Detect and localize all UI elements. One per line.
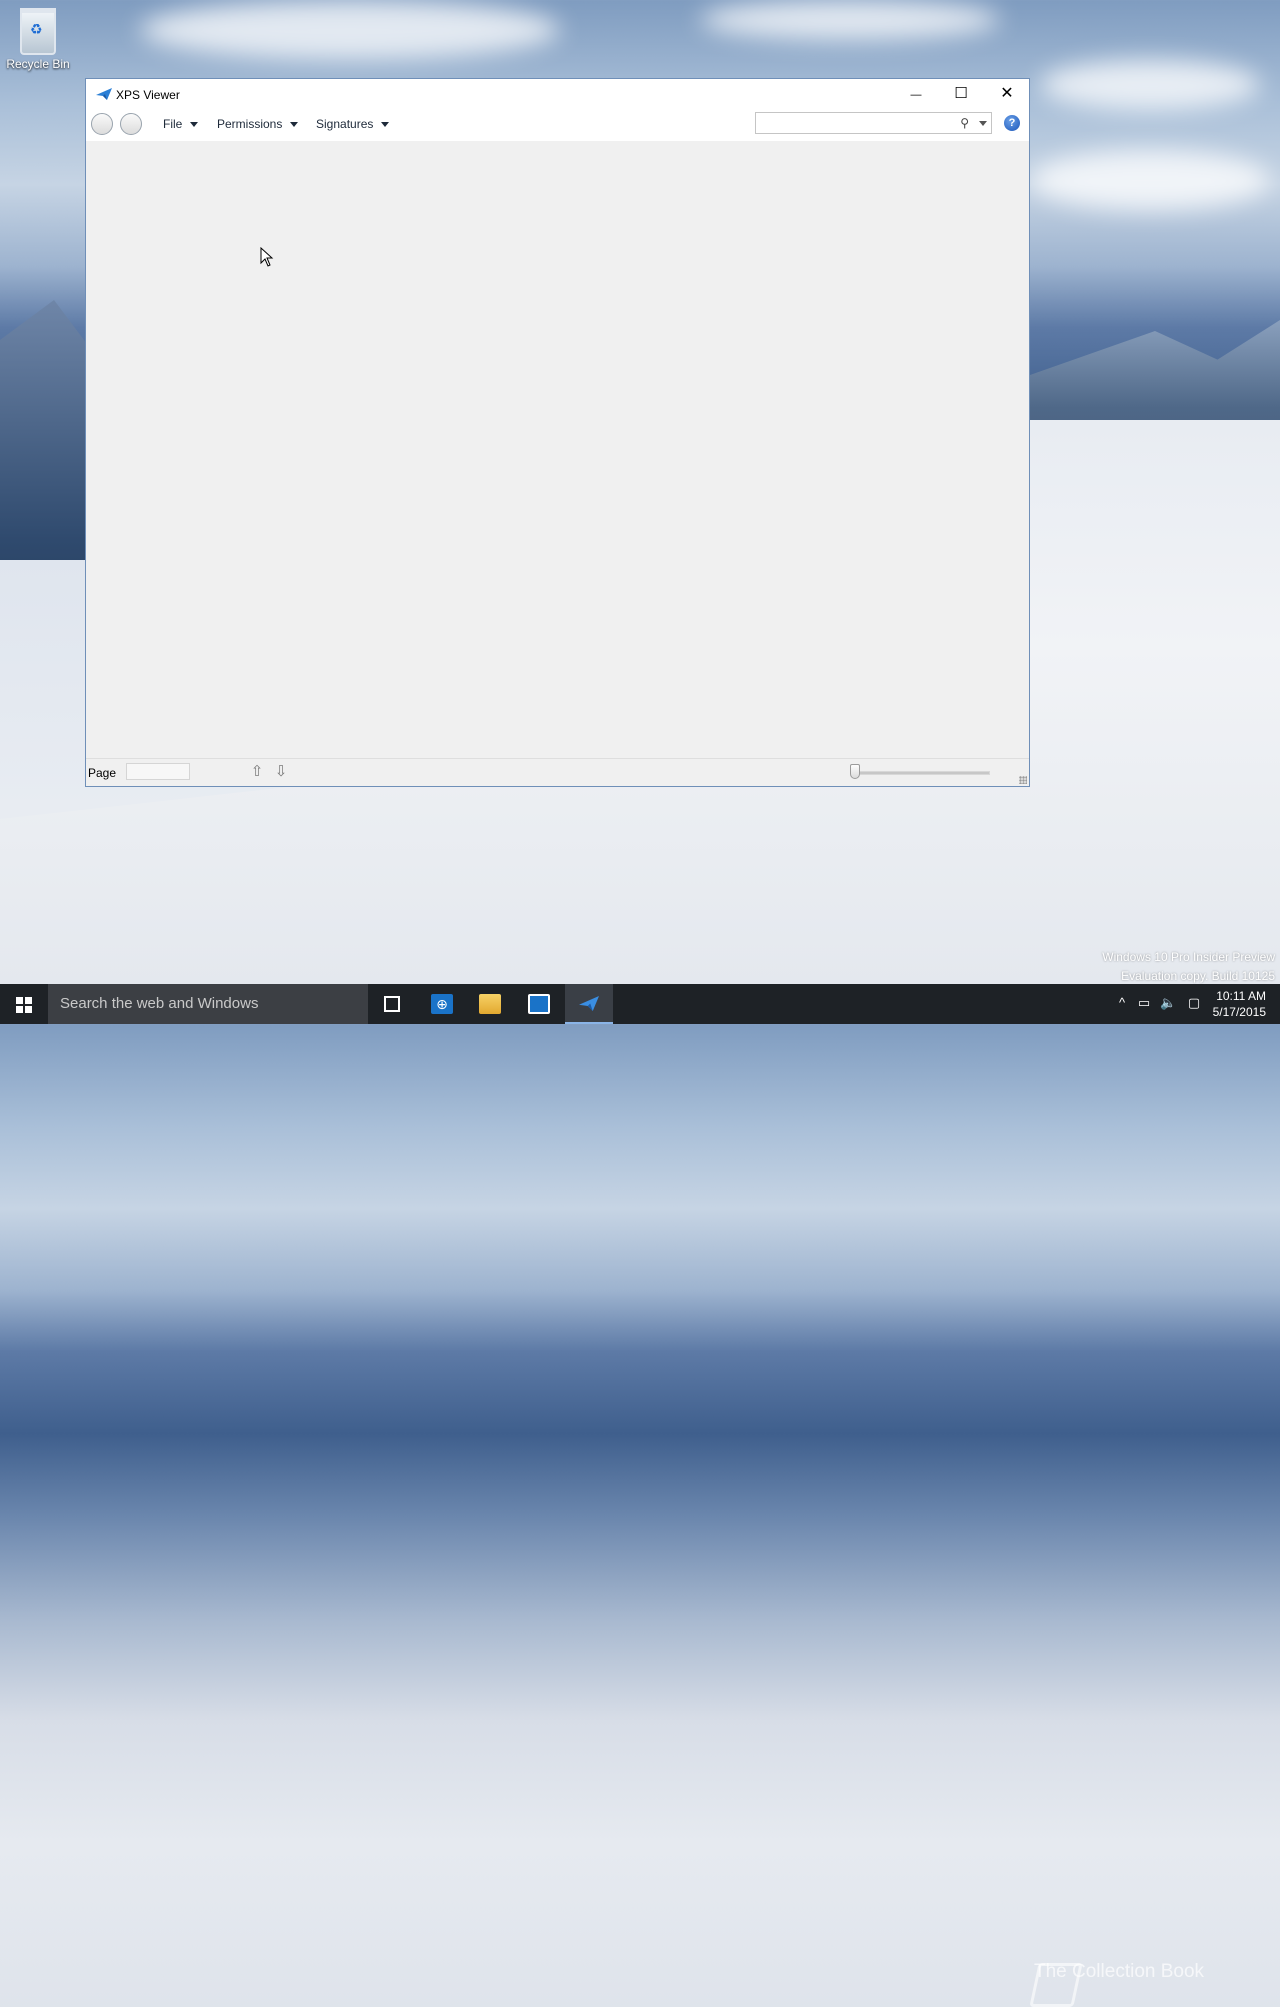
recycle-bin-icon: ♻ <box>20 8 56 55</box>
windows-watermark: Windows 10 Pro Insider Preview Evaluatio… <box>1102 948 1275 986</box>
maximize-icon: ☐ <box>954 85 968 102</box>
volume-icon[interactable]: 🔈 <box>1160 996 1176 1010</box>
xps-viewer-app-icon <box>96 88 112 100</box>
minimize-icon: — <box>910 89 922 101</box>
folder-icon <box>479 994 501 1014</box>
zoom-slider-thumb[interactable] <box>850 764 860 779</box>
sky-cloud <box>140 0 560 60</box>
browser-icon: ⊕ <box>431 994 453 1014</box>
document-area[interactable] <box>86 141 1029 759</box>
zoom-slider-track[interactable] <box>856 771 990 775</box>
down-arrow-icon: ⇩ <box>274 763 288 780</box>
watermark-edition: Windows 10 Pro Insider Preview <box>1102 950 1275 964</box>
clock-date: 5/17/2015 <box>1212 1005 1266 1019</box>
maximize-button[interactable]: ☐ <box>938 79 984 109</box>
search-icon[interactable]: ⚲ <box>960 116 969 130</box>
menu-permissions[interactable]: Permissions <box>217 117 299 131</box>
up-arrow-icon: ⇧ <box>250 763 264 780</box>
taskbar-search-box[interactable]: Search the web and Windows <box>48 984 368 1024</box>
mouse-cursor-icon <box>260 247 274 267</box>
window-title: XPS Viewer <box>116 88 180 102</box>
start-button[interactable] <box>0 984 48 1024</box>
menu-permissions-label: Permissions <box>217 117 283 131</box>
clock[interactable]: 10:11 AM 5/17/2015 <box>1213 988 1266 1020</box>
windows-logo-icon <box>16 997 32 1013</box>
sky-cloud <box>1040 60 1260 110</box>
recycle-bin-label: Recycle Bin <box>6 57 70 71</box>
overlay-brand: The Collection Book <box>1034 1961 1205 1982</box>
close-button[interactable]: ✕ <box>984 79 1030 109</box>
network-icon[interactable]: ▭ <box>1136 996 1152 1010</box>
recycle-bin-shortcut[interactable]: ♻ Recycle Bin <box>4 8 72 71</box>
taskbar-store-button[interactable] <box>515 984 563 1024</box>
store-icon <box>528 994 550 1014</box>
search-box[interactable]: ⚲ <box>755 112 992 134</box>
status-bar: Page ⇧ ⇩ <box>86 758 1029 786</box>
task-view-icon <box>384 996 400 1012</box>
menu-signatures-label: Signatures <box>316 117 374 131</box>
taskbar: Search the web and Windows ⊕ The Collect… <box>0 984 1280 2007</box>
dropdown-arrow-icon <box>381 122 390 128</box>
page-number-field[interactable] <box>126 763 190 780</box>
search-options-chevron-icon[interactable] <box>979 121 987 126</box>
task-view-button[interactable] <box>368 984 416 1024</box>
help-icon[interactable]: ? <box>1004 115 1020 131</box>
previous-page-button[interactable]: ⇧ <box>249 763 265 781</box>
toolbar: File Permissions Signatures ⚲ ? <box>86 109 1029 142</box>
clock-time: 10:11 AM <box>1216 989 1266 1003</box>
resize-grip-icon[interactable] <box>1019 776 1027 784</box>
menu-signatures[interactable]: Signatures <box>316 117 390 131</box>
show-hidden-icons-chevron-icon[interactable]: ^ <box>1114 996 1130 1010</box>
sky-cloud <box>700 0 1000 40</box>
dropdown-arrow-icon <box>190 122 199 128</box>
close-icon: ✕ <box>1000 85 1014 102</box>
title-bar[interactable]: XPS Viewer — ☐ ✕ <box>86 79 1029 109</box>
taskbar-xps-viewer-button[interactable] <box>565 984 613 1024</box>
next-page-button[interactable]: ⇩ <box>273 763 289 781</box>
back-button[interactable] <box>91 113 113 135</box>
menu-file-label: File <box>163 117 183 131</box>
menu-file[interactable]: File <box>163 117 199 131</box>
sky-cloud <box>1030 150 1270 210</box>
minimize-button[interactable]: — <box>893 79 939 109</box>
forward-button[interactable] <box>120 113 142 135</box>
taskbar-file-explorer-button[interactable] <box>466 984 514 1024</box>
page-label: Page <box>88 766 117 780</box>
xps-viewer-icon <box>579 996 599 1011</box>
dropdown-arrow-icon <box>290 122 299 128</box>
search-input[interactable] <box>759 114 953 134</box>
xps-viewer-window: XPS Viewer — ☐ ✕ File Permissions Signat… <box>85 78 1030 787</box>
action-center-icon[interactable]: ▢ <box>1186 996 1202 1010</box>
taskbar-browser-button[interactable]: ⊕ <box>418 984 466 1024</box>
